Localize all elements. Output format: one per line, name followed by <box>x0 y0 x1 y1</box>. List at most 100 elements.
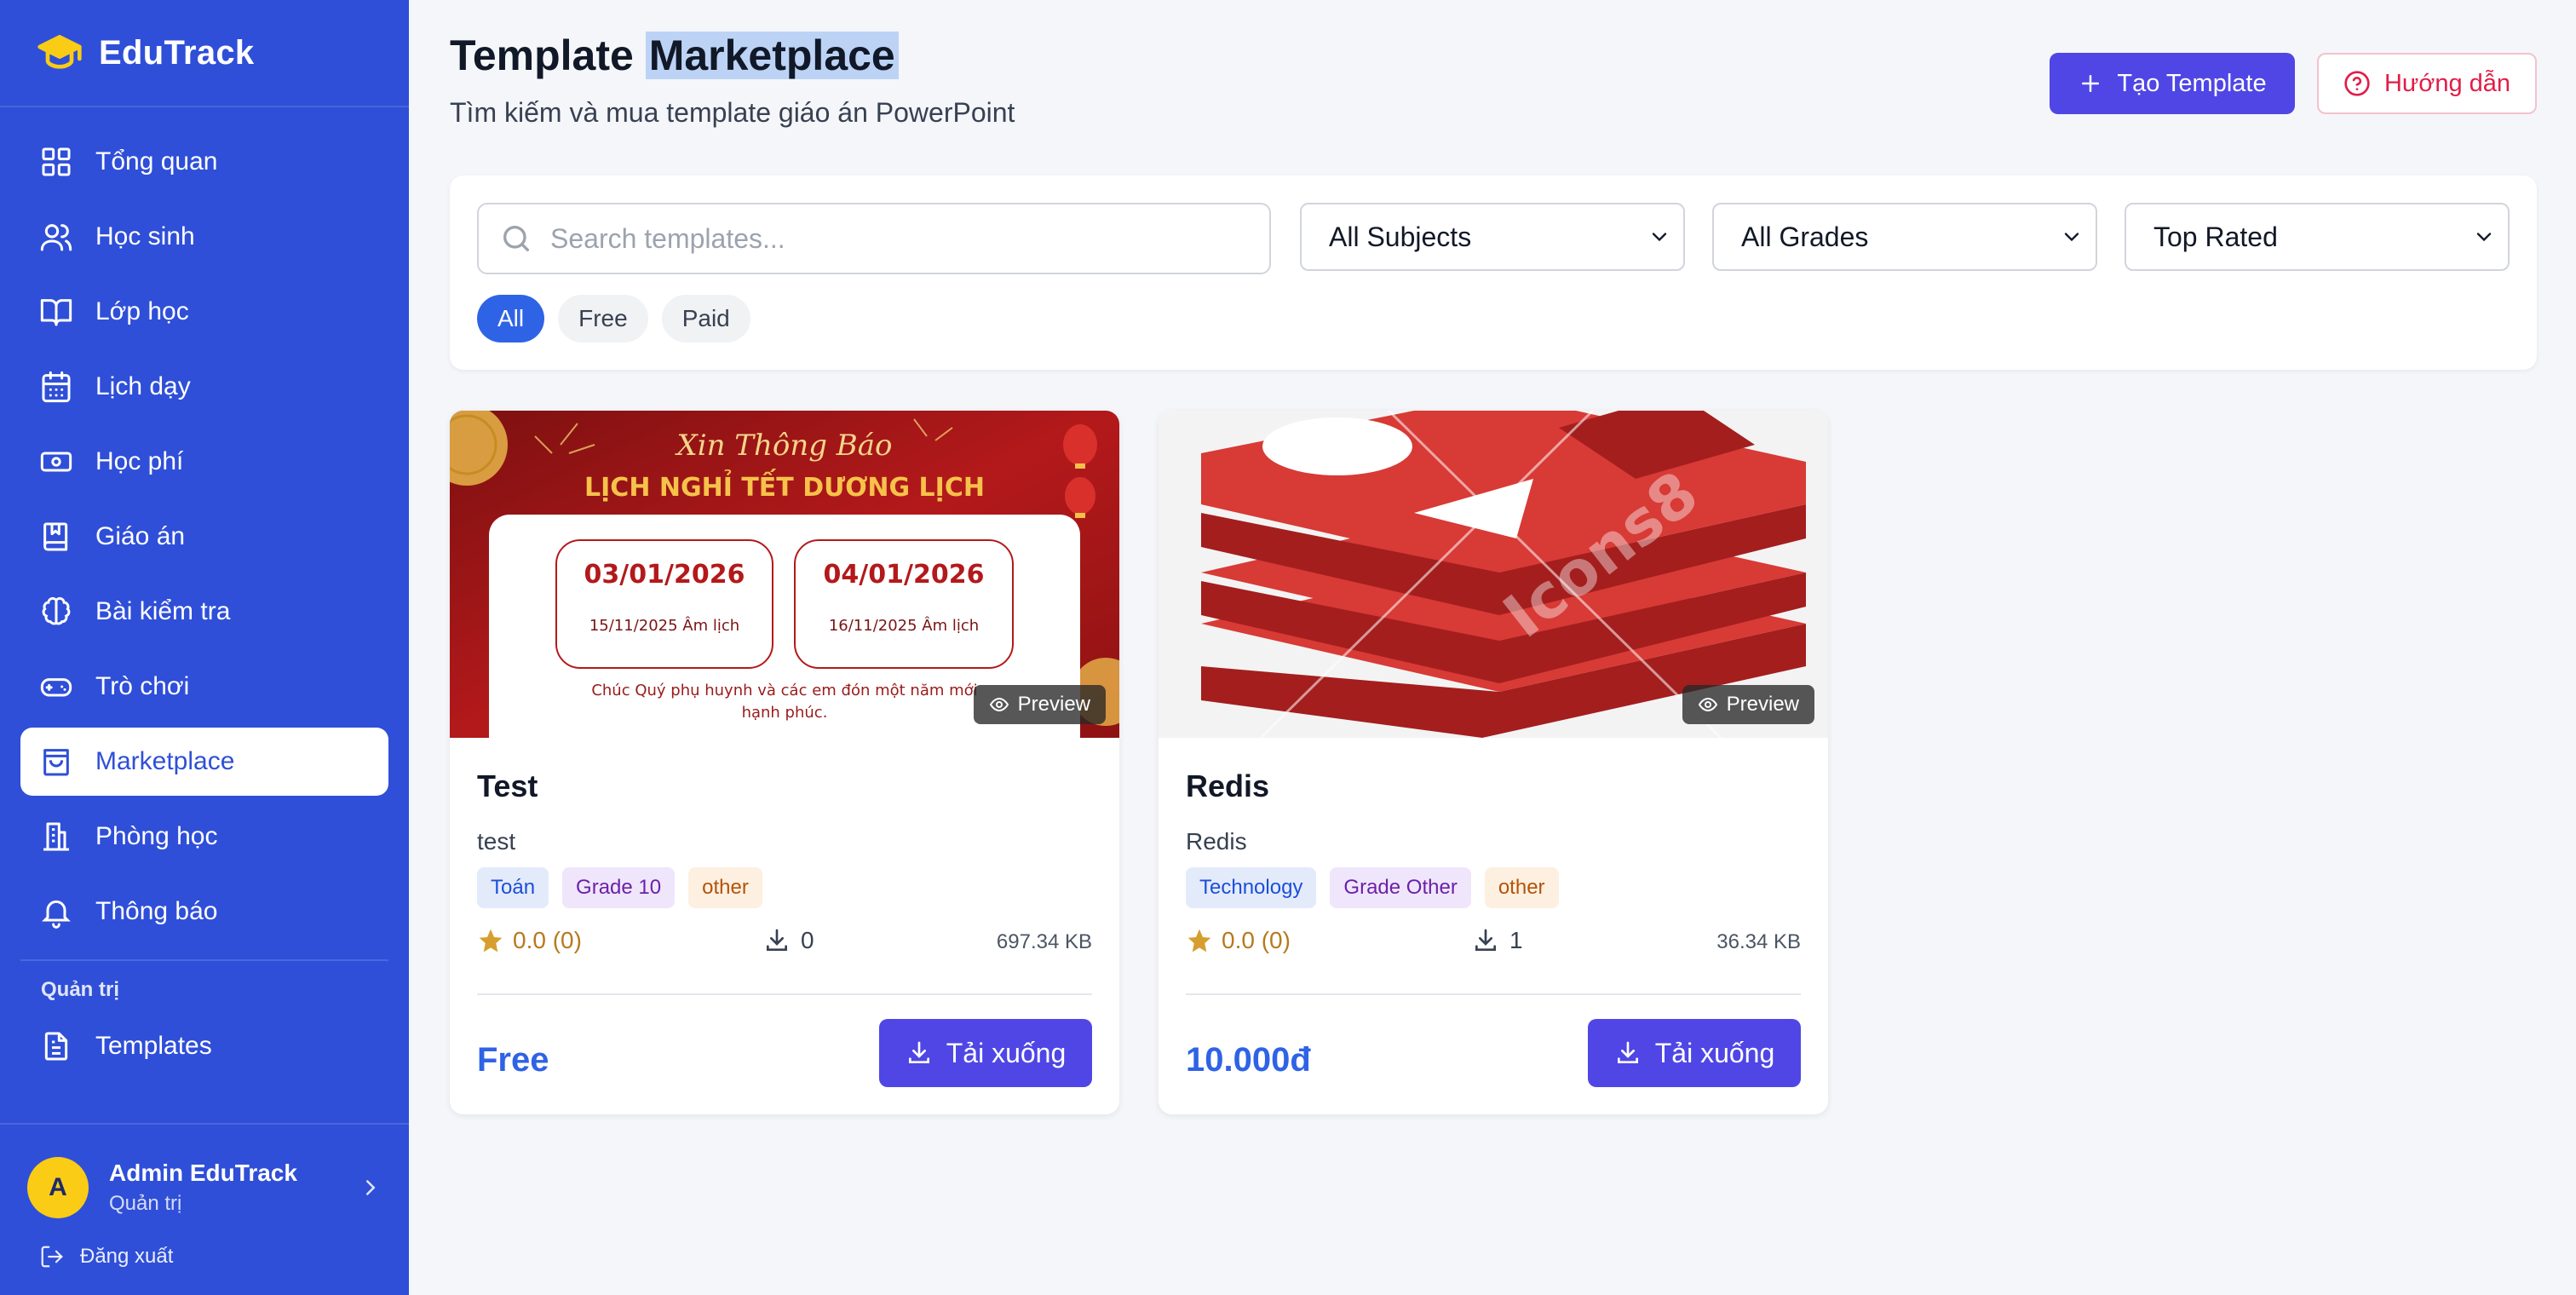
sidebar-item-label: Lịch dạy <box>95 372 191 400</box>
subject-select[interactable]: All Subjects <box>1300 203 1685 271</box>
rating-value: 0.0 (0) <box>1222 927 1291 953</box>
grade-tag: Grade 10 <box>562 867 676 908</box>
user-role: Quản trị <box>109 1192 182 1215</box>
user-block: A Admin EduTrack Quản trị Đăng xuất <box>0 1123 409 1295</box>
grade-select[interactable]: All Grades <box>1712 203 2097 271</box>
rating-value: 0.0 (0) <box>513 927 582 953</box>
user-profile[interactable]: A Admin EduTrack Quản trị <box>0 1125 409 1218</box>
download-count: 1 <box>1472 927 1523 954</box>
sidebar-divider <box>20 959 388 961</box>
template-card[interactable]: Xin Thông Báo LỊCH NGHỈ TẾT DƯƠNG LỊCH 0… <box>450 411 1119 1114</box>
dashboard-icon <box>39 145 73 179</box>
create-template-button[interactable]: Tạo Template <box>2050 53 2295 114</box>
chevron-right-icon[interactable] <box>358 1175 383 1200</box>
sidebar-item-label: Lớp học <box>95 297 189 325</box>
sidebar-item-label: Templates <box>95 1032 212 1060</box>
help-circle-icon <box>2343 70 2371 97</box>
preview-button[interactable]: Preview <box>1682 685 1814 724</box>
download-label: Tải xuống <box>1654 1037 1775 1068</box>
svg-text:hạnh phúc.: hạnh phúc. <box>742 704 828 722</box>
template-thumbnail[interactable]: Xin Thông Báo LỊCH NGHỈ TẾT DƯƠNG LỊCH 0… <box>450 411 1119 738</box>
subject-tag: Toán <box>477 867 549 908</box>
logout-label: Đăng xuất <box>80 1245 174 1268</box>
sidebar-item-label: Giáo án <box>95 522 186 550</box>
sidebar-item-lesson-plans[interactable]: Giáo án <box>20 503 388 571</box>
svg-text:04/01/2026: 04/01/2026 <box>824 560 985 590</box>
eye-icon <box>1698 694 1718 715</box>
shopping-bag-icon <box>39 745 73 779</box>
search-input[interactable] <box>550 222 1269 255</box>
sidebar-item-tuition[interactable]: Học phí <box>20 428 388 496</box>
book-open-icon <box>39 295 73 329</box>
svg-text:LỊCH NGHỈ TẾT DƯƠNG LỊCH: LỊCH NGHỈ TẾT DƯƠNG LỊCH <box>584 469 985 503</box>
price: Free <box>477 1041 549 1079</box>
sidebar-item-rooms[interactable]: Phòng học <box>20 803 388 871</box>
calendar-icon <box>39 370 73 404</box>
logout-button[interactable]: Đăng xuất <box>0 1218 409 1269</box>
main-content: Template Marketplace Tìm kiếm và mua tem… <box>409 0 2576 1295</box>
svg-text:16/11/2025 Âm lịch: 16/11/2025 Âm lịch <box>829 616 979 635</box>
sidebar-item-students[interactable]: Học sinh <box>20 203 388 271</box>
svg-text:Chúc Quý phụ huynh và các em đ: Chúc Quý phụ huynh và các em đón một năm… <box>591 682 977 699</box>
page-title: Template Marketplace <box>450 31 899 80</box>
template-card[interactable]: Icons8 Preview Redis Redis Technology Gr… <box>1159 411 1828 1114</box>
search-box[interactable] <box>477 203 1271 274</box>
card-tags: Technology Grade Other other <box>1186 867 1559 908</box>
eye-icon <box>989 694 1009 715</box>
sidebar-item-label: Marketplace <box>95 747 235 775</box>
building-icon <box>39 820 73 854</box>
brand[interactable]: EduTrack <box>0 0 409 107</box>
file-text-icon <box>39 1029 73 1063</box>
page-title-part2: Marketplace <box>645 32 899 79</box>
download-button[interactable]: Tải xuống <box>1588 1019 1801 1087</box>
download-button[interactable]: Tải xuống <box>879 1019 1092 1087</box>
sidebar-item-label: Trò chơi <box>95 672 190 700</box>
download-icon <box>1614 1039 1642 1067</box>
brain-icon <box>39 595 73 629</box>
gamepad-icon <box>39 670 73 704</box>
card-footer: 10.000đ Tải xuống <box>1186 1019 1801 1104</box>
card-divider <box>1186 993 1801 995</box>
sidebar-item-classes[interactable]: Lớp học <box>20 278 388 346</box>
card-description: Redis <box>1186 828 1247 855</box>
sidebar-item-label: Bài kiểm tra <box>95 597 231 625</box>
sidebar-item-templates[interactable]: Templates <box>20 1012 388 1080</box>
card-stats: 0.0 (0) 1 36.34 KB <box>1186 927 1801 966</box>
create-template-label: Tạo Template <box>2117 69 2267 97</box>
sidebar-item-tests[interactable]: Bài kiểm tra <box>20 578 388 646</box>
sidebar-item-overview[interactable]: Tổng quan <box>20 128 388 196</box>
sidebar-item-label: Học sinh <box>95 222 195 250</box>
chip-free[interactable]: Free <box>558 295 648 342</box>
chevron-down-icon <box>2060 225 2084 249</box>
preview-button[interactable]: Preview <box>973 685 1106 724</box>
card-tags: Toán Grade 10 other <box>477 867 762 908</box>
card-description: test <box>477 828 516 855</box>
grade-tag: Grade Other <box>1330 867 1471 908</box>
chip-paid[interactable]: Paid <box>661 295 750 342</box>
page-title-part1: Template <box>450 32 634 79</box>
grade-select-value: All Grades <box>1741 221 1869 252</box>
template-thumbnail[interactable]: Icons8 Preview <box>1159 411 1828 738</box>
download-icon <box>1472 927 1499 954</box>
card-title: Test <box>477 768 538 803</box>
chip-all[interactable]: All <box>477 295 545 342</box>
sort-select[interactable]: Top Rated <box>2125 203 2510 271</box>
sidebar-nav: Tổng quan Học sinh Lớp học Lịch dạy Học … <box>0 107 409 946</box>
star-icon <box>477 927 504 954</box>
sidebar-item-schedule[interactable]: Lịch dạy <box>20 353 388 421</box>
brand-name: EduTrack <box>99 33 255 72</box>
sidebar-item-marketplace[interactable]: Marketplace <box>20 728 388 796</box>
sidebar-item-games[interactable]: Trò chơi <box>20 653 388 721</box>
sidebar-item-label: Tổng quan <box>95 147 218 176</box>
notebook-icon <box>39 520 73 554</box>
guide-button[interactable]: Hướng dẫn <box>2317 53 2537 114</box>
download-label: Tải xuống <box>946 1037 1067 1068</box>
download-count-value: 1 <box>1509 927 1523 953</box>
users-icon <box>39 220 73 254</box>
page-subtitle: Tìm kiếm và mua template giáo án PowerPo… <box>450 97 1015 128</box>
chevron-down-icon <box>1647 225 1671 249</box>
card-title: Redis <box>1186 768 1270 803</box>
sidebar-item-notifications[interactable]: Thông báo <box>20 878 388 946</box>
plus-icon <box>2078 71 2103 96</box>
sort-select-value: Top Rated <box>2153 221 2278 252</box>
